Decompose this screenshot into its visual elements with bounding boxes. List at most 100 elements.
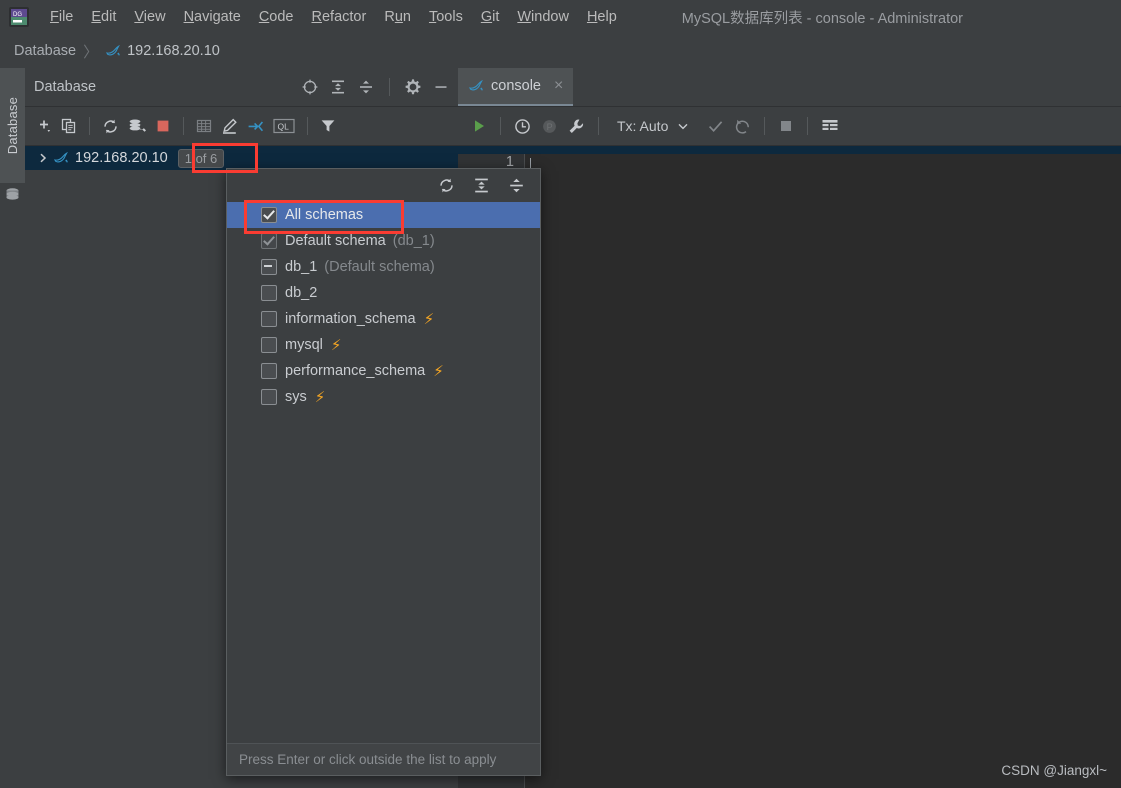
tab-console[interactable]: console × [458, 68, 574, 106]
schema-list-item[interactable]: db_2 [227, 280, 540, 306]
window-title: MySQL数据库列表 - console - Administrator [681, 10, 963, 27]
commit-check-icon [706, 117, 725, 136]
menu-refactor[interactable]: Refactor [303, 7, 376, 27]
divider [764, 117, 766, 135]
history-clock-icon[interactable] [513, 117, 532, 136]
add-icon[interactable] [33, 116, 53, 136]
selection-strip [458, 146, 1121, 154]
schema-list-item[interactable]: information_schema ⚡ [227, 306, 540, 332]
stop-square-icon [777, 117, 795, 135]
sidebar-item-database[interactable]: Database [0, 68, 25, 183]
collapse-all-icon[interactable] [357, 78, 375, 96]
chevron-down-icon[interactable] [676, 119, 690, 133]
tx-mode-label[interactable]: Tx: Auto [617, 118, 668, 134]
schema-checkbox[interactable] [261, 337, 277, 353]
menu-git[interactable]: Git [472, 7, 509, 27]
refresh-icon[interactable] [101, 117, 120, 136]
menu-file[interactable]: FFileile [41, 7, 82, 27]
divider [389, 78, 390, 96]
schema-checkbox[interactable] [261, 311, 277, 327]
edit-pencil-icon[interactable] [220, 117, 239, 136]
expand-all-icon[interactable] [329, 78, 347, 96]
mysql-dolphin-icon [105, 43, 121, 59]
menu-navigate[interactable]: Navigate [175, 7, 250, 27]
jump-to-source-icon[interactable] [246, 117, 265, 136]
duplicate-icon[interactable] [60, 117, 78, 135]
database-panel-toolbar: QL [25, 107, 466, 146]
locate-icon[interactable] [301, 78, 319, 96]
svg-text:P: P [547, 122, 553, 132]
breadcrumb-root[interactable]: Database [14, 43, 76, 59]
menu-code[interactable]: Code [250, 7, 303, 27]
schema-list-item[interactable]: sys ⚡ [227, 384, 540, 410]
breadcrumb: Database 〉 192.168.20.10 [0, 34, 1121, 69]
database-cylinder-icon [4, 186, 21, 203]
tree-row-label: 192.168.20.10 [75, 150, 168, 166]
schema-label: performance_schema [285, 363, 426, 379]
schema-checkbox[interactable] [261, 285, 277, 301]
breadcrumb-separator: 〉 [83, 43, 99, 61]
footer-hint: Press Enter or click outside the list to… [239, 752, 497, 767]
mysql-dolphin-icon [53, 150, 69, 166]
filter-icon[interactable] [319, 117, 337, 135]
svg-text:QL: QL [278, 121, 290, 131]
schema-checkbox[interactable] [261, 233, 277, 249]
schema-label: information_schema [285, 311, 416, 327]
watermark: CSDN @Jiangxl~ [1001, 763, 1107, 778]
tool-window-strip: Database [0, 68, 26, 788]
schema-list-item[interactable]: db_1 (Default schema) [227, 254, 540, 280]
expand-all-icon[interactable] [472, 176, 491, 195]
table-grid-icon [195, 117, 213, 135]
datagrip-logo-icon: DG [9, 7, 29, 27]
output-table-icon[interactable] [820, 117, 840, 135]
close-icon[interactable]: × [554, 77, 563, 95]
menu-help[interactable]: Help [578, 7, 626, 27]
schema-chooser-popup: All schemas Default schema (db_1) db_1 (Defa… [226, 168, 541, 776]
menu-window[interactable]: Window [508, 7, 578, 27]
tree-row-datasource[interactable]: 192.168.20.10 1 of 6 [25, 146, 458, 170]
schema-count-badge[interactable]: 1 of 6 [177, 148, 225, 168]
minimize-icon[interactable] [432, 78, 450, 96]
mysql-dolphin-icon [468, 78, 484, 94]
schema-list-item[interactable]: performance_schema ⚡ [227, 358, 540, 384]
lightning-bolt-icon: ⚡ [433, 362, 444, 380]
menu-view[interactable]: View [125, 7, 174, 27]
schema-sublabel: (Default schema) [324, 259, 435, 275]
menu-tools[interactable]: Tools [420, 7, 472, 27]
collapse-all-icon[interactable] [507, 176, 526, 195]
schema-list-item[interactable]: All schemas [227, 202, 540, 228]
schema-checkbox[interactable] [261, 389, 277, 405]
schema-list-item[interactable]: mysql ⚡ [227, 332, 540, 358]
schema-popup-toolbar [227, 169, 540, 202]
chevron-right-icon[interactable] [37, 152, 49, 164]
tab-label: console [491, 78, 541, 94]
parameters-icon: P [540, 117, 559, 136]
refresh-icon[interactable] [437, 176, 456, 195]
schema-checkbox[interactable] [261, 259, 277, 275]
stop-icon[interactable] [154, 117, 172, 135]
schema-list[interactable]: All schemas Default schema (db_1) db_1 (Defa… [227, 202, 540, 742]
menu-run[interactable]: Run [375, 7, 420, 27]
schema-label: sys [285, 389, 307, 405]
schema-checkbox[interactable] [261, 363, 277, 379]
query-console-icon[interactable]: QL [272, 117, 296, 135]
menu-edit[interactable]: Edit [82, 7, 125, 27]
svg-text:DG: DG [13, 12, 22, 18]
lightning-bolt-icon: ⚡ [423, 310, 435, 328]
schema-label: db_2 [285, 285, 318, 301]
schema-checkbox[interactable] [261, 207, 277, 223]
divider [500, 117, 501, 135]
toolstrip-database-label: Database [5, 96, 20, 155]
schema-label: Default schema [285, 233, 386, 249]
database-panel-header: Database [25, 68, 458, 107]
wrench-icon[interactable] [567, 117, 586, 136]
breadcrumb-host[interactable]: 192.168.20.10 [127, 43, 220, 59]
divider [183, 117, 184, 135]
modify-datasource-icon[interactable] [127, 116, 147, 136]
run-play-icon[interactable] [470, 117, 488, 135]
rollback-icon [733, 117, 752, 136]
gear-icon[interactable] [404, 78, 422, 96]
divider [89, 117, 90, 135]
editor-body[interactable]: 1 [458, 146, 1121, 788]
schema-list-item[interactable]: Default schema (db_1) [227, 228, 540, 254]
